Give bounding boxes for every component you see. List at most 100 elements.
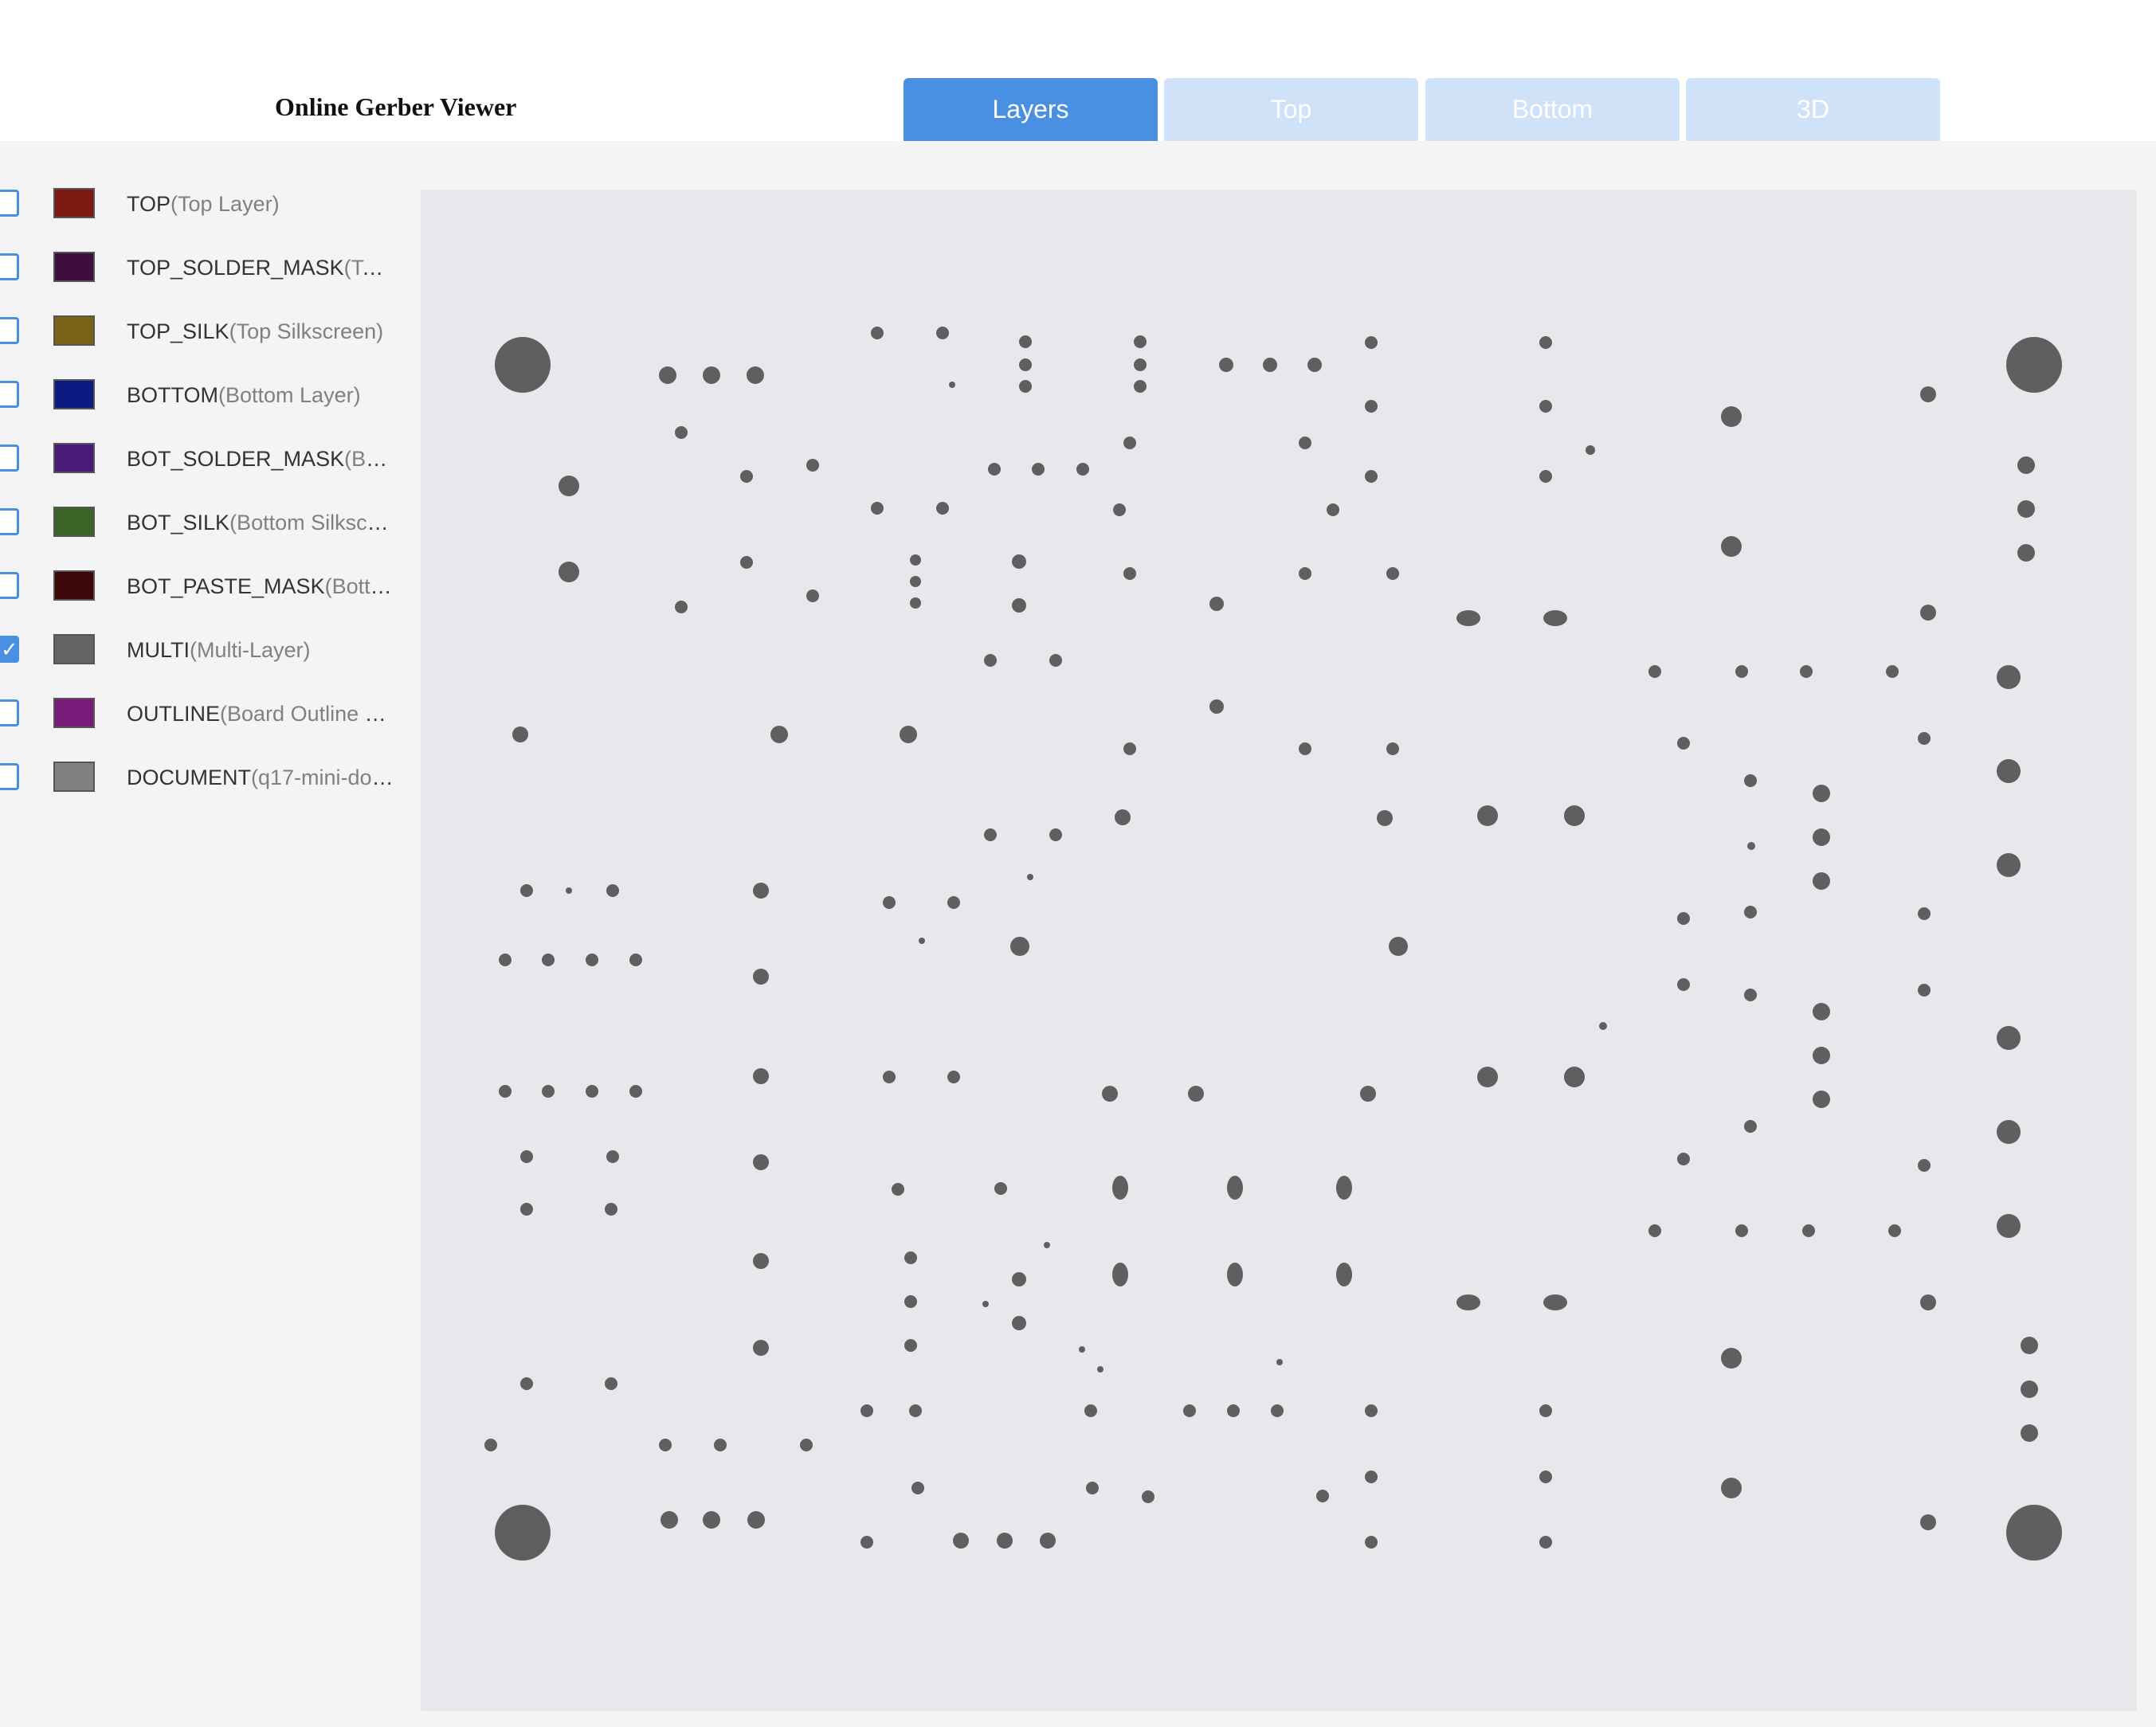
pcb-pad (484, 1439, 497, 1451)
pcb-pad (2006, 337, 2062, 393)
layer-color-swatch[interactable] (53, 188, 95, 218)
pcb-pad (1012, 1272, 1026, 1286)
pcb-pad (703, 1511, 720, 1529)
pcb-pad (1539, 400, 1552, 413)
pcb-pad (1721, 536, 1742, 557)
pcb-pad (1677, 737, 1690, 750)
pcb-pad (1019, 358, 1032, 371)
pcb-pad (911, 1482, 924, 1494)
layer-label: TOP_SILK(Top Silkscreen) (127, 319, 394, 344)
layer-list: TOP(Top Layer) TOP_SOLDER_MASK(Top Solder… (0, 141, 398, 1727)
pcb-pad (1019, 335, 1032, 348)
layer-visibility-checkbox[interactable] (0, 508, 19, 535)
layer-visibility-checkbox[interactable] (0, 190, 19, 217)
pcb-pad (947, 1071, 960, 1083)
layer-color-swatch[interactable] (53, 315, 95, 346)
pcb-pad (1920, 1294, 1936, 1310)
layer-item-top-solder-mask[interactable]: TOP_SOLDER_MASK(Top Solder Mask) (0, 244, 398, 292)
layer-visibility-checkbox[interactable]: ✓ (0, 636, 19, 663)
layer-description: (Top Solder Mask) (343, 256, 394, 280)
pcb-pad (1316, 1490, 1329, 1502)
layer-name: TOP (127, 192, 171, 216)
layer-color-swatch[interactable] (53, 634, 95, 664)
layer-color-swatch[interactable] (53, 379, 95, 409)
pcb-pad (1123, 567, 1136, 580)
layer-label: OUTLINE(Board Outline Layer) (127, 701, 394, 726)
pcb-oval-pad (1456, 1294, 1480, 1310)
layer-visibility-checkbox[interactable] (0, 699, 19, 726)
layer-item-document[interactable]: DOCUMENT(q17-mini-document) (0, 754, 398, 801)
layer-visibility-checkbox[interactable] (0, 763, 19, 790)
pcb-pad (1377, 810, 1393, 826)
pcb-pad (1997, 665, 2021, 689)
layer-color-swatch[interactable] (53, 762, 95, 792)
layer-color-swatch[interactable] (53, 698, 95, 728)
layer-item-top[interactable]: TOP(Top Layer) (0, 180, 398, 228)
layer-visibility-checkbox[interactable] (0, 444, 19, 472)
pcb-pad (1648, 1224, 1661, 1237)
pcb-pad (1263, 358, 1277, 372)
pcb-pad (1076, 463, 1089, 476)
layer-item-bottom[interactable]: BOTTOM(Bottom Layer) (0, 371, 398, 419)
pcb-pad (1102, 1086, 1118, 1102)
pcb-pad (1134, 358, 1147, 371)
pcb-pad (1040, 1533, 1056, 1549)
pcb-pad (1027, 874, 1033, 880)
layer-item-bot-solder-mask[interactable]: BOT_SOLDER_MASK(Bottom Solder Mask) (0, 435, 398, 483)
pcb-pad (1134, 335, 1147, 348)
pcb-pad (1032, 463, 1045, 476)
pcb-pad (1744, 1120, 1757, 1133)
pcb-pad (806, 459, 819, 472)
pcb-pad (586, 954, 598, 966)
layer-color-swatch[interactable] (53, 570, 95, 601)
layer-visibility-checkbox[interactable] (0, 381, 19, 408)
layer-item-bot-paste-mask[interactable]: BOT_PASTE_MASK(Bottom Paste Mask) (0, 562, 398, 610)
pcb-pad (675, 601, 688, 613)
pcb-oval-pad (1336, 1176, 1352, 1200)
pcb-pad (1365, 1404, 1378, 1417)
pcb-pad (1564, 1067, 1585, 1087)
layer-item-multi[interactable]: ✓ MULTI(Multi-Layer) (0, 626, 398, 674)
pcb-pad (605, 1377, 617, 1390)
pcb-pad (860, 1404, 873, 1417)
pcb-pad (1813, 1047, 1830, 1064)
pcb-pad (1539, 1470, 1552, 1483)
layer-item-outline[interactable]: OUTLINE(Board Outline Layer) (0, 690, 398, 738)
layer-description: (Bottom Layer) (218, 383, 361, 407)
pcb-pad (1227, 1404, 1240, 1417)
pcb-pad (953, 1533, 969, 1549)
pcb-pad (1747, 842, 1755, 850)
pcb-board-render[interactable] (421, 190, 2137, 1711)
layer-label: TOP_SOLDER_MASK(Top Solder Mask) (127, 255, 394, 280)
layer-description: (Bottom Solder Mask) (344, 447, 394, 471)
layer-visibility-checkbox[interactable] (0, 253, 19, 280)
tab-layers[interactable]: Layers (904, 78, 1158, 141)
pcb-pad (2021, 1337, 2038, 1354)
pcb-oval-pad (1543, 1294, 1567, 1310)
pcb-pad (1079, 1346, 1085, 1353)
layer-visibility-checkbox[interactable] (0, 572, 19, 599)
pcb-pad (2006, 1505, 2062, 1561)
pcb-pad (661, 1511, 678, 1529)
pcb-pad (1134, 380, 1147, 393)
layer-color-swatch[interactable] (53, 507, 95, 537)
pcb-pad (1586, 445, 1595, 455)
layer-name: DOCUMENT (127, 766, 251, 789)
layer-item-bot-silk[interactable]: BOT_SILK(Bottom Silkscreen) (0, 499, 398, 546)
pcb-pad (1813, 828, 1830, 846)
layer-visibility-checkbox[interactable] (0, 317, 19, 344)
tab-top[interactable]: Top (1164, 78, 1418, 141)
pcb-pad (1920, 1514, 1936, 1530)
tab-3d[interactable]: 3D (1686, 78, 1940, 141)
pcb-pad (1084, 1404, 1097, 1417)
pcb-pad (904, 1295, 917, 1308)
pcb-pad (949, 382, 955, 388)
pcb-pad (1997, 1120, 2021, 1144)
tab-bottom[interactable]: Bottom (1425, 78, 1680, 141)
pcb-pad (1113, 503, 1126, 516)
pcb-pad (1012, 598, 1026, 613)
layer-item-top-silk[interactable]: TOP_SILK(Top Silkscreen) (0, 307, 398, 355)
gerber-canvas[interactable] (421, 190, 2137, 1711)
layer-color-swatch[interactable] (53, 443, 95, 473)
layer-color-swatch[interactable] (53, 252, 95, 282)
